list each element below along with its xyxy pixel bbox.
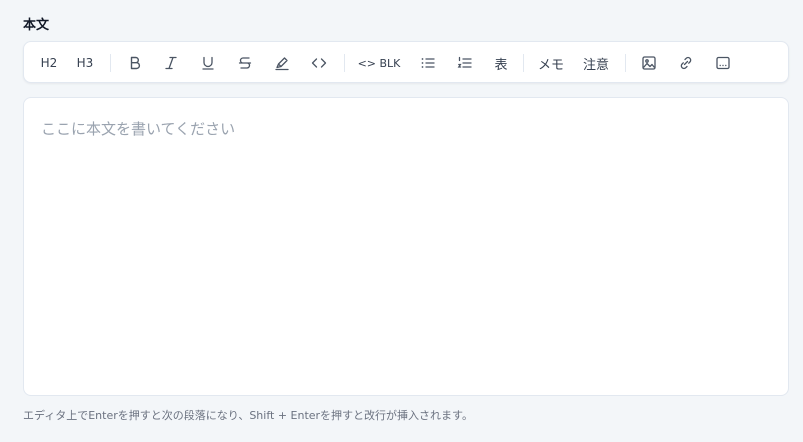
editor-hint: エディタ上でEnterを押すと次の段落になり、Shift + Enterを押すと…: [23, 409, 473, 422]
body-editor[interactable]: ここに本文を書いてください: [23, 97, 789, 396]
strikethrough-button[interactable]: [232, 50, 258, 76]
link-icon: [678, 55, 694, 71]
bullet-list-button[interactable]: [415, 50, 441, 76]
field-label: 本文: [23, 18, 50, 33]
toolbar-divider: [625, 54, 626, 72]
italic-button[interactable]: [158, 50, 184, 76]
ordered-list-button[interactable]: [452, 50, 478, 76]
heading-2-button[interactable]: H2: [36, 50, 62, 76]
inline-code-button[interactable]: [306, 50, 332, 76]
toolbar-divider: [344, 54, 345, 72]
caution-button[interactable]: 注意: [580, 50, 612, 76]
body-editor-section: 本文 H2 H3 <> BLK 表 メモ 注意 ここに本文を書いてください エデ…: [0, 0, 803, 442]
insert-link-button[interactable]: [673, 50, 699, 76]
table-button[interactable]: 表: [488, 50, 514, 76]
toolbar-divider: [523, 54, 524, 72]
code-block-button[interactable]: <> BLK: [356, 50, 402, 76]
bold-button[interactable]: [122, 50, 148, 76]
toolbar-divider: [110, 54, 111, 72]
insert-image-button[interactable]: [636, 50, 662, 76]
image-icon: [641, 55, 657, 71]
code-icon: [311, 55, 327, 71]
heading-3-button[interactable]: H3: [72, 50, 98, 76]
ordered-list-icon: [457, 55, 473, 71]
underline-icon: [200, 55, 216, 71]
bold-icon: [127, 55, 143, 71]
embed-icon: [715, 55, 731, 71]
memo-button[interactable]: メモ: [535, 50, 567, 76]
editor-placeholder: ここに本文を書いてください: [41, 120, 236, 138]
strikethrough-icon: [237, 55, 253, 71]
bullet-list-icon: [420, 55, 436, 71]
embed-button[interactable]: [710, 50, 736, 76]
editor-toolbar: H2 H3 <> BLK 表 メモ 注意: [23, 41, 789, 83]
highlight-icon: [274, 55, 290, 71]
underline-button[interactable]: [195, 50, 221, 76]
italic-icon: [163, 55, 179, 71]
highlight-button[interactable]: [269, 50, 295, 76]
